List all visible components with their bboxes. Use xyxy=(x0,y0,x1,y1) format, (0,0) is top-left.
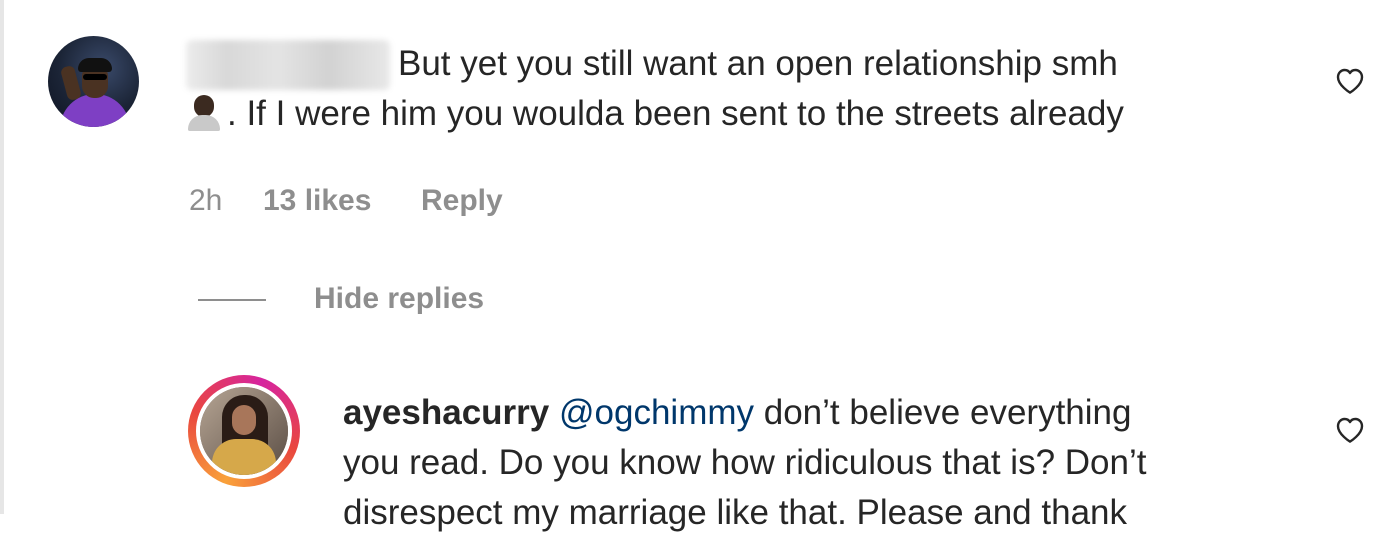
commenter-avatar[interactable] xyxy=(48,36,139,127)
reply-text-line-2: you read. Do you know how ridiculous tha… xyxy=(343,443,1147,482)
heart-icon[interactable] xyxy=(1334,414,1366,444)
left-border xyxy=(0,0,4,514)
reply-avatar[interactable] xyxy=(196,383,292,479)
reply-text-line-1: ayeshacurry @ogchimmy don’t believe ever… xyxy=(343,392,1131,434)
man-emoji-icon xyxy=(185,93,223,131)
hide-replies-button[interactable]: Hide replies xyxy=(314,281,484,317)
blurred-username xyxy=(186,40,390,90)
comment-text-line-2: . If I were him you woulda been sent to … xyxy=(185,93,1124,135)
heart-icon[interactable] xyxy=(1334,65,1366,95)
reply-button[interactable]: Reply xyxy=(421,183,503,219)
comment-timestamp: 2h xyxy=(189,184,223,217)
reply-username[interactable]: ayeshacurry xyxy=(343,393,549,432)
mention-link[interactable]: @ogchimmy xyxy=(559,393,754,432)
reply-text-line-1-text: don’t believe everything xyxy=(754,393,1132,432)
comment-text-line-2-text: . If I were him you woulda been sent to … xyxy=(227,94,1124,133)
comment-text-line-1: But yet you still want an open relations… xyxy=(398,44,1118,83)
replies-divider xyxy=(198,299,266,301)
reply-text-line-3: disrespect my marriage like that. Please… xyxy=(343,493,1127,532)
comment-likes[interactable]: 13 likes xyxy=(263,183,371,219)
